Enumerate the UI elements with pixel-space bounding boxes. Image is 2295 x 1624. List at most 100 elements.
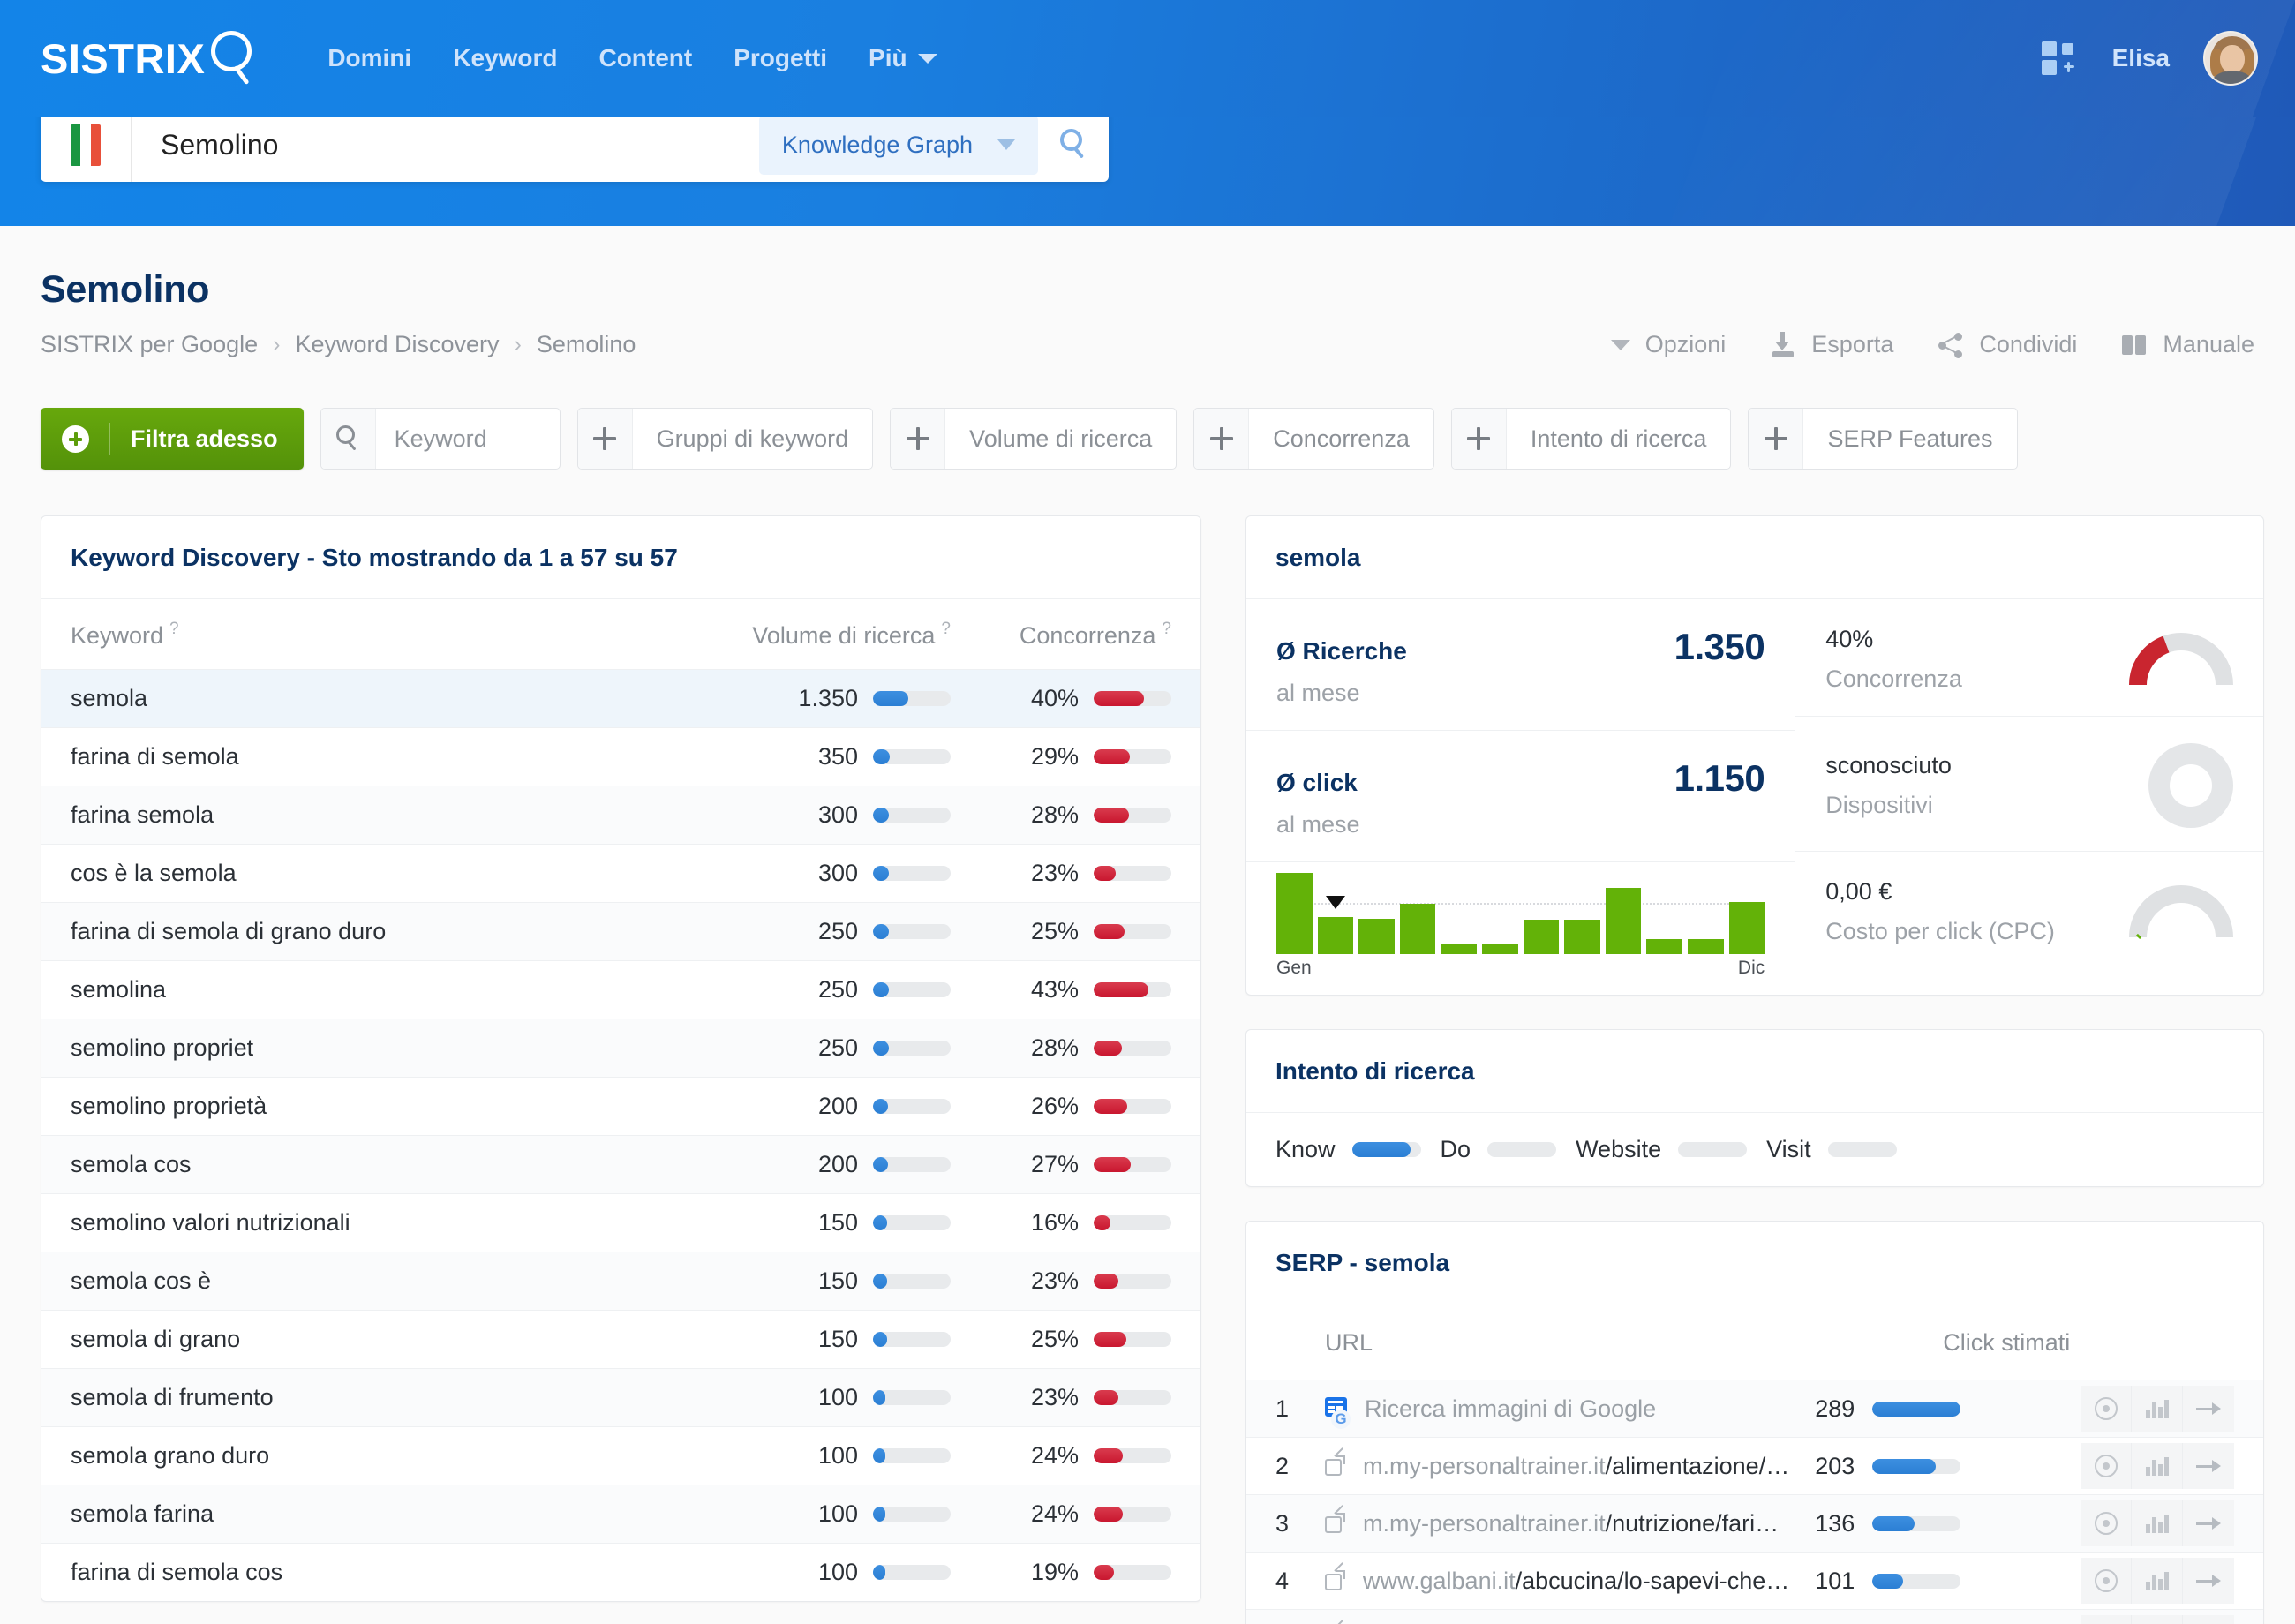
serp-rank: 3 (1275, 1509, 1290, 1537)
nav-item-content[interactable]: Content (598, 44, 692, 72)
keyword-filter-input-wrap[interactable]: Keyword (320, 408, 561, 470)
table-row[interactable]: semola cos è 150 23% (41, 1252, 1200, 1310)
column-header-concorrenza[interactable]: Concorrenza ? (951, 620, 1171, 650)
breadcrumb-item-1[interactable]: Keyword Discovery (295, 331, 499, 358)
volume-value: 200 (817, 1093, 858, 1119)
keyword-filter-input[interactable]: Keyword (376, 425, 487, 453)
preview-button[interactable] (2081, 1386, 2133, 1432)
table-row[interactable]: semola farina 100 24% (41, 1485, 1200, 1543)
serp-row[interactable]: 1 G Ricerca immagini di Google 289 (1246, 1380, 2264, 1437)
preview-button[interactable] (2081, 1443, 2133, 1489)
table-row[interactable]: semolino valori nutrizionali 150 16% (41, 1193, 1200, 1252)
condividi-button[interactable]: Condividi (1938, 331, 2077, 358)
nav-item-keyword[interactable]: Keyword (453, 44, 557, 72)
avatar[interactable] (2203, 31, 2258, 86)
open-button[interactable] (2183, 1386, 2235, 1432)
preview-button[interactable] (2081, 1615, 2133, 1624)
table-row[interactable]: semolino proprietà 200 26% (41, 1077, 1200, 1135)
cell-volume: 300 (668, 860, 951, 887)
table-row[interactable]: semola cos 200 27% (41, 1135, 1200, 1193)
table-row[interactable]: semola di grano 150 25% (41, 1310, 1200, 1368)
competition-gauge (2129, 632, 2234, 687)
breadcrumb-item-0[interactable]: SISTRIX per Google (41, 331, 258, 358)
table-row[interactable]: semola 1.350 40% (41, 669, 1200, 727)
filter-chip-gruppi-di-keyword[interactable]: Gruppi di keyword (576, 408, 874, 470)
table-row[interactable]: semolino propriet 250 28% (41, 1019, 1200, 1077)
search-submit-button[interactable] (1038, 129, 1109, 161)
help-icon[interactable]: ? (941, 620, 951, 639)
help-icon[interactable]: ? (169, 620, 179, 639)
country-selector[interactable] (41, 117, 132, 182)
table-row[interactable]: cos è la semola 300 23% (41, 844, 1200, 902)
table-row[interactable]: semolina 250 43% (41, 960, 1200, 1019)
search-input[interactable]: Semolino (132, 129, 759, 162)
chart-button[interactable] (2132, 1443, 2184, 1489)
search-mode-select[interactable]: Knowledge Graph (758, 117, 1038, 175)
table-row[interactable]: semola di frumento 100 23% (41, 1368, 1200, 1426)
nav-item-domini[interactable]: Domini (327, 44, 411, 72)
open-button[interactable] (2183, 1615, 2235, 1624)
cell-keyword[interactable]: farina di semola (71, 743, 668, 771)
cell-keyword[interactable]: farina di semola cos (71, 1559, 668, 1586)
filter-bar: Filtra adesso Keyword Gruppi di keyword … (41, 408, 2254, 470)
cell-keyword[interactable]: semola di frumento (71, 1384, 668, 1411)
table-row[interactable]: farina di semola di grano duro 250 25% (41, 902, 1200, 960)
cell-keyword[interactable]: semola (71, 685, 668, 712)
cell-keyword[interactable]: semolino proprietà (71, 1093, 668, 1120)
monthly-volume-bars (1276, 873, 1765, 954)
table-row[interactable]: farina semola 300 28% (41, 786, 1200, 844)
opzioni-button[interactable]: Opzioni (1610, 331, 1726, 358)
serp-url[interactable]: www.galbani.it/abcucina/lo-sapevi-che… (1325, 1561, 1789, 1595)
cell-keyword[interactable]: semola cos è (71, 1267, 668, 1295)
column-header-volume[interactable]: Volume di ricerca ? (668, 620, 951, 650)
chart-button[interactable] (2132, 1386, 2184, 1432)
logo[interactable]: SISTRIX (41, 29, 259, 87)
preview-button[interactable] (2081, 1558, 2133, 1604)
table-row[interactable]: farina di semola 350 29% (41, 727, 1200, 786)
filter-chip-concorrenza[interactable]: Concorrenza (1193, 408, 1434, 470)
open-button[interactable] (2183, 1558, 2235, 1604)
chart-button[interactable] (2132, 1615, 2184, 1624)
serp-url[interactable]: G Ricerca immagini di Google (1325, 1395, 1789, 1429)
cell-keyword[interactable]: semola cos (71, 1151, 668, 1178)
nav-item-piu[interactable]: Più (869, 44, 937, 72)
user-name[interactable]: Elisa (2112, 44, 2170, 72)
table-row[interactable]: farina di semola cos 100 19% (41, 1543, 1200, 1601)
cell-keyword[interactable]: semola farina (71, 1500, 668, 1528)
metric-clicks: Ø click 1.150 al mese (1246, 731, 1795, 862)
serp-row[interactable]: 3 m.my-personaltrainer.it/nutrizione/fari… (1246, 1494, 2264, 1552)
chart-button[interactable] (2132, 1500, 2184, 1546)
filter-chip-intento-di-ricerca[interactable]: Intento di ricerca (1450, 408, 1732, 470)
cell-keyword[interactable]: semolino propriet (71, 1034, 668, 1062)
serp-row[interactable]: 4 www.galbani.it/abcucina/lo-sapevi-che… 1… (1246, 1552, 2264, 1609)
serp-row-actions (2081, 1386, 2235, 1432)
serp-row[interactable]: 2 m.my-personaltrainer.it/alimentazione/…… (1246, 1437, 2264, 1494)
grid-apps-icon[interactable] (2041, 41, 2079, 75)
serp-row[interactable]: 5www.galbani.it/abcucina/lo-sapevi-che…9… (1246, 1609, 2264, 1624)
cell-keyword[interactable]: farina semola (71, 801, 668, 829)
condividi-label: Condividi (1979, 331, 2078, 357)
cell-keyword[interactable]: semolina (71, 976, 668, 1004)
serp-url[interactable]: m.my-personaltrainer.it/alimentazione/… (1325, 1447, 1789, 1480)
open-button[interactable] (2183, 1500, 2235, 1546)
apply-filter-button[interactable]: Filtra adesso (41, 408, 304, 470)
table-row[interactable]: semola grano duro 100 24% (41, 1426, 1200, 1485)
open-button[interactable] (2183, 1443, 2235, 1489)
filter-chip-volume-di-ricerca[interactable]: Volume di ricerca (890, 408, 1178, 470)
chart-button[interactable] (2132, 1558, 2184, 1604)
manuale-button[interactable]: Manuale (2121, 331, 2254, 358)
volume-value: 100 (817, 1559, 858, 1585)
serp-url[interactable]: m.my-personaltrainer.it/nutrizione/fari… (1325, 1504, 1789, 1538)
cell-keyword[interactable]: cos è la semola (71, 860, 668, 887)
cell-keyword[interactable]: semola di grano (71, 1326, 668, 1353)
column-header-keyword[interactable]: Keyword ? (71, 620, 668, 650)
esporta-button[interactable]: Esporta (1770, 331, 1893, 358)
preview-button[interactable] (2081, 1500, 2133, 1546)
cell-keyword[interactable]: farina di semola di grano duro (71, 918, 668, 945)
nav-item-progetti[interactable]: Progetti (734, 44, 827, 72)
filter-chip-serp-features[interactable]: SERP Features (1748, 408, 2018, 470)
cell-keyword[interactable]: semolino valori nutrizionali (71, 1209, 668, 1237)
competition-value: 27% (1030, 1151, 1079, 1177)
help-icon[interactable]: ? (1162, 620, 1171, 639)
cell-keyword[interactable]: semola grano duro (71, 1442, 668, 1470)
